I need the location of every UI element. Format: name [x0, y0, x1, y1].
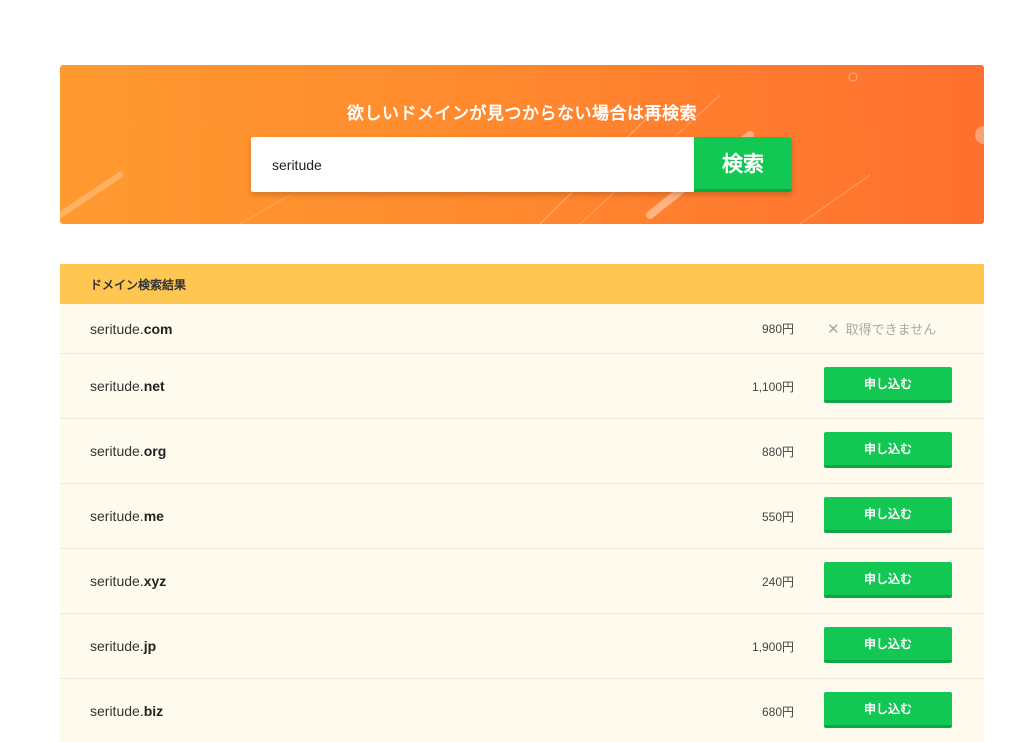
domain-name: seritude.net	[90, 378, 165, 394]
search-button[interactable]: 検索	[694, 137, 792, 192]
search-input[interactable]	[251, 137, 694, 192]
apply-button-me[interactable]: 申し込む	[824, 497, 952, 533]
domain-name: seritude.biz	[90, 703, 164, 719]
domain-name: seritude.org	[90, 443, 167, 459]
unavailable-label: 取得できません	[845, 323, 937, 338]
domain-name: seritude.me	[90, 508, 164, 524]
domain-price: 550円	[761, 509, 794, 524]
domain-price: 1,100円	[751, 379, 794, 394]
result-row-org: seritude.org 880円 申し込む	[60, 419, 984, 484]
result-row-net: seritude.net 1,100円 申し込む	[60, 354, 984, 419]
domain-price: 1,900円	[751, 639, 794, 654]
domain-price: 240円	[761, 574, 794, 589]
domain-name: seritude.com	[90, 320, 173, 337]
results-header: ドメイン検索結果	[60, 264, 984, 304]
result-row-me: seritude.me 550円 申し込む	[60, 484, 984, 549]
unavailable-status: ✕ 取得できません	[827, 319, 937, 339]
search-box: 検索	[251, 137, 792, 192]
apply-button-biz[interactable]: 申し込む	[824, 692, 952, 728]
apply-button-jp[interactable]: 申し込む	[824, 627, 952, 663]
domain-price: 680円	[761, 704, 794, 719]
domain-name: seritude.jp	[90, 638, 157, 654]
result-row-jp: seritude.jp 1,900円 申し込む	[60, 614, 984, 679]
domain-name: seritude.xyz	[90, 573, 167, 589]
banner-title: 欲しいドメインが見つからない場合は再検索	[347, 104, 697, 124]
result-row-com: seritude.com 980円 ✕ 取得できません	[60, 304, 984, 354]
research-banner: 欲しいドメインが見つからない場合は再検索 検索	[60, 65, 984, 224]
domain-price: 880円	[761, 444, 794, 459]
domain-results: ドメイン検索結果 seritude.com 980円 ✕ 取得できません ser…	[60, 264, 984, 742]
apply-button-xyz[interactable]: 申し込む	[824, 562, 952, 598]
close-icon: ✕	[827, 319, 840, 338]
apply-button-net[interactable]: 申し込む	[824, 367, 952, 403]
result-row-biz: seritude.biz 680円 申し込む	[60, 679, 984, 742]
apply-button-org[interactable]: 申し込む	[824, 432, 952, 468]
domain-price: 980円	[761, 322, 794, 336]
result-row-xyz: seritude.xyz 240円 申し込む	[60, 549, 984, 614]
